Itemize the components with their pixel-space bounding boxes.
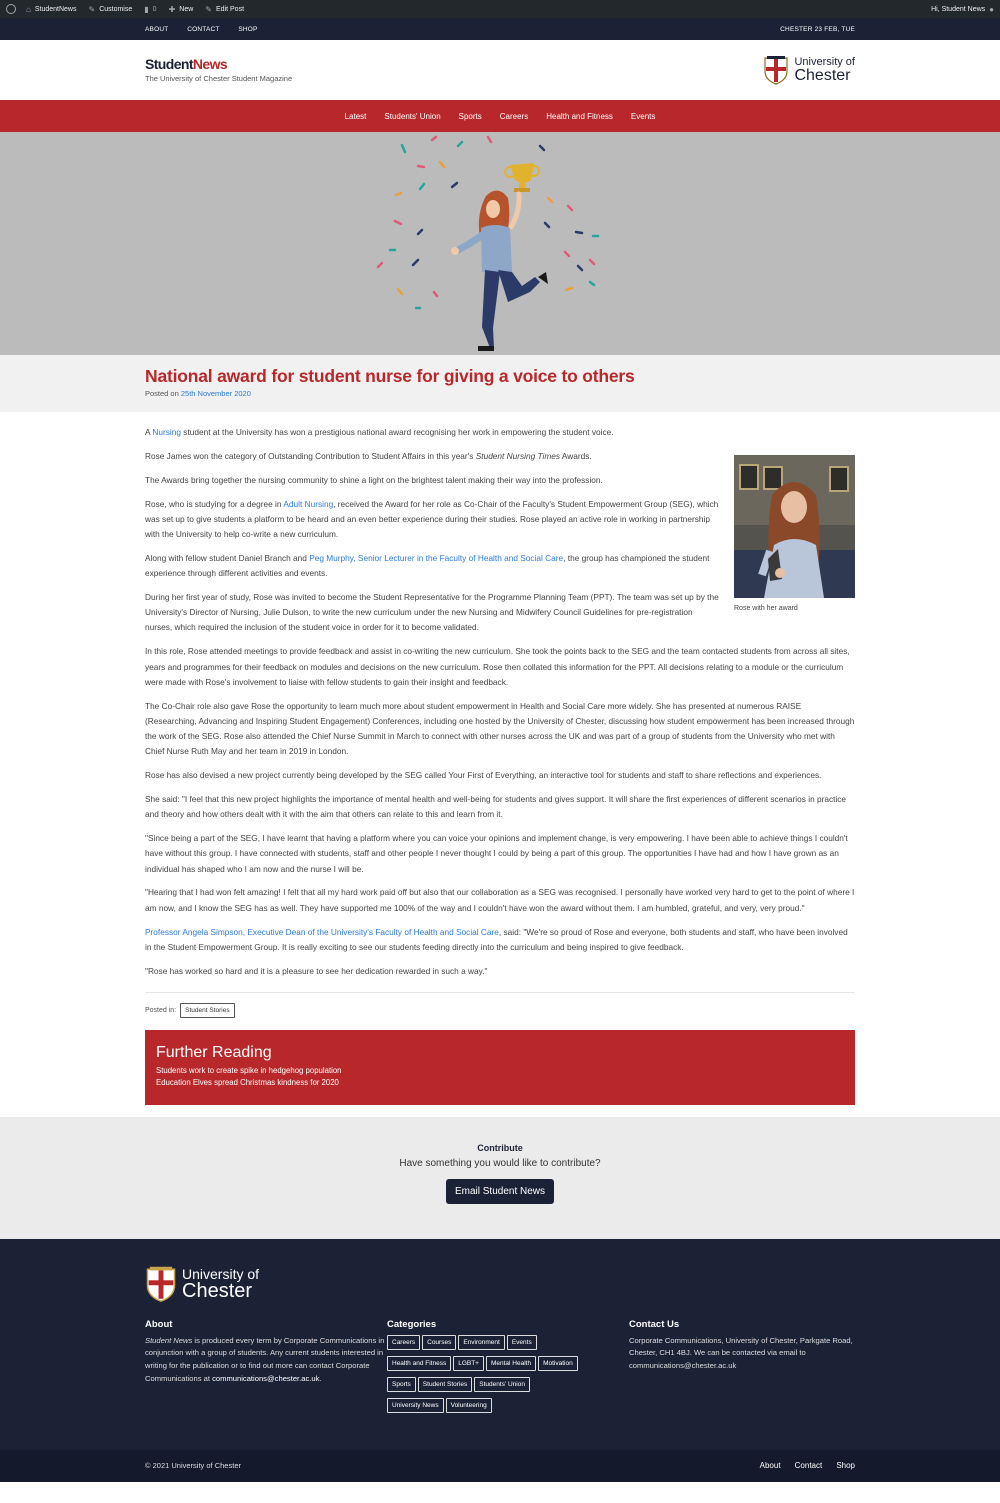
top-link-shop[interactable]: SHOP	[238, 26, 257, 33]
category-tag[interactable]: LGBT+	[453, 1355, 484, 1371]
paragraph: She said: "I feel that this new project …	[145, 794, 847, 820]
site-tagline: The University of Chester Student Magazi…	[145, 74, 293, 83]
email-student-news-button[interactable]: Email Student News	[445, 1178, 555, 1204]
footer-link-contact[interactable]: Contact	[795, 1461, 823, 1470]
paragraph: A Nursing student at the University has …	[145, 427, 614, 437]
category-tag[interactable]: Student Stories	[417, 1376, 473, 1392]
post-categories: Posted in: Student Stories	[145, 991, 855, 1018]
footer-link-about[interactable]: About	[760, 1461, 781, 1470]
further-reading-link[interactable]: Students work to create spike in hedgeho…	[156, 1065, 844, 1078]
paragraph: Professor Angela Simpson, Executive Dean…	[145, 926, 848, 952]
paragraph: Rose has also devised a new project curr…	[145, 770, 822, 781]
wordpress-icon[interactable]	[6, 4, 16, 14]
home-icon: ⌂	[26, 4, 31, 14]
nav-item-health-fitness[interactable]: Health and Fitness	[546, 112, 613, 121]
trophy-icon	[504, 163, 540, 192]
rose-award-photo	[734, 454, 855, 598]
category-tag[interactable]: Health and Fitness	[387, 1355, 452, 1371]
contribute-title: Contribute	[477, 1142, 523, 1153]
nav-item-events[interactable]: Events	[631, 112, 655, 121]
admin-account-menu[interactable]: Hi, Student News ●	[931, 5, 994, 14]
article-title: National award for student nurse for giv…	[145, 366, 635, 386]
paragraph: "Since being a part of the SEG, I have l…	[145, 833, 848, 874]
category-tag[interactable]: University News	[387, 1397, 444, 1413]
hero-illustration	[0, 132, 1000, 355]
admin-customise-link[interactable]: ✎ Customise	[88, 5, 132, 14]
further-reading-link[interactable]: Education Elves spread Christmas kindnes…	[156, 1077, 844, 1090]
angela-simpson-link[interactable]: Professor Angela Simpson, Executive Dean…	[145, 927, 499, 937]
post-date-link[interactable]: 25th November 2020	[181, 389, 251, 398]
nav-item-students-union[interactable]: Students' Union	[384, 112, 440, 121]
site-header: StudentNews The University of Chester St…	[0, 40, 1000, 100]
admin-bar: ⌂ StudentNews ✎ Customise ▮ 0 ✚ New ✎ Edit Po…	[0, 0, 1000, 18]
article-header: National award for student nurse for giv…	[0, 355, 1000, 412]
article-body: A Nursing student at the University has …	[145, 412, 855, 1105]
nursing-link[interactable]: Nursing	[152, 427, 181, 437]
footer-university-logo[interactable]: University of Chester	[145, 1265, 855, 1303]
post-date: Posted on 25th November 2020	[145, 389, 251, 398]
footer-contact: Contact Us Corporate Communications, Uni…	[629, 1318, 853, 1371]
footer-link-shop[interactable]: Shop	[836, 1461, 855, 1470]
peg-murphy-link[interactable]: Peg Murphy, Senior Lecturer in the Facul…	[309, 553, 563, 563]
figure-caption: Rose with her award	[734, 604, 798, 612]
header-date: CHESTER 23 FEB, TUE	[780, 25, 855, 33]
further-reading: Further Reading Students work to create …	[145, 1029, 855, 1105]
plus-icon: ✚	[168, 4, 176, 14]
nav-item-sports[interactable]: Sports	[459, 112, 482, 121]
category-tag[interactable]: Volunteering	[445, 1397, 492, 1413]
category-tag-student-stories[interactable]: Student Stories	[180, 1002, 235, 1018]
admin-edit-post-link[interactable]: ✎ Edit Post	[205, 5, 244, 14]
admin-site-link[interactable]: ⌂ StudentNews	[26, 5, 76, 14]
crest-icon	[146, 1266, 176, 1302]
crest-icon	[764, 56, 789, 85]
pencil-icon: ✎	[205, 4, 212, 14]
site-footer: University of Chester About Student News…	[0, 1238, 1000, 1450]
top-link-about[interactable]: ABOUT	[145, 26, 168, 33]
paragraph: "Hearing that I had won felt amazing! I …	[145, 887, 855, 913]
contribute-subtitle: Have something you would like to contrib…	[399, 1157, 601, 1169]
footer-about: About Student News is produced every ter…	[145, 1318, 385, 1383]
main-nav: Latest Students' Union Sports Careers He…	[0, 100, 1000, 132]
celebrating-nurse-illustration	[376, 135, 600, 351]
category-tag[interactable]: Careers	[387, 1334, 421, 1350]
admin-new-link[interactable]: ✚ New	[169, 5, 194, 14]
category-tag[interactable]: Students' Union	[474, 1376, 530, 1392]
top-link-contact[interactable]: CONTACT	[187, 26, 219, 33]
category-tag[interactable]: Sports	[387, 1376, 416, 1392]
footer-bottom-bar: © 2021 University of Chester About Conta…	[0, 1449, 1000, 1482]
comment-icon: ▮	[144, 4, 149, 14]
footer-categories: Categories Careers Courses Environment Even…	[387, 1319, 629, 1419]
admin-comments-link[interactable]: ▮ 0	[144, 5, 156, 14]
category-tag[interactable]: Environment	[458, 1334, 505, 1350]
paragraph: "Rose has worked so hard and it is a ple…	[145, 965, 488, 976]
brush-icon: ✎	[88, 4, 96, 14]
article-figure: Rose with her award	[734, 454, 855, 612]
paragraph: The Co-Chair role also gave Rose the opp…	[145, 700, 855, 757]
contribute-section: Contribute Have something you would like…	[0, 1116, 1000, 1239]
copyright: © 2021 University of Chester	[145, 1461, 241, 1471]
adult-nursing-link[interactable]: Adult Nursing	[283, 499, 333, 509]
footer-email-link[interactable]: communications@chester.ac.uk	[212, 1374, 319, 1383]
paragraph: In this role, Rose attended meetings to …	[145, 646, 850, 687]
category-tag[interactable]: Motivation	[538, 1355, 578, 1371]
category-tag[interactable]: Courses	[422, 1334, 457, 1350]
category-tag[interactable]: Mental Health	[485, 1355, 537, 1371]
university-logo[interactable]: University of Chester	[763, 55, 855, 85]
nav-item-careers[interactable]: Careers	[500, 112, 528, 121]
user-icon: ●	[989, 4, 994, 14]
site-logo[interactable]: StudentNews The University of Chester St…	[145, 57, 292, 83]
top-bar: ABOUT CONTACT SHOP CHESTER 23 FEB, TUE	[0, 18, 1000, 40]
further-reading-title: Further Reading	[156, 1043, 272, 1061]
nav-item-latest[interactable]: Latest	[345, 112, 367, 121]
category-tag[interactable]: Events	[506, 1334, 537, 1350]
